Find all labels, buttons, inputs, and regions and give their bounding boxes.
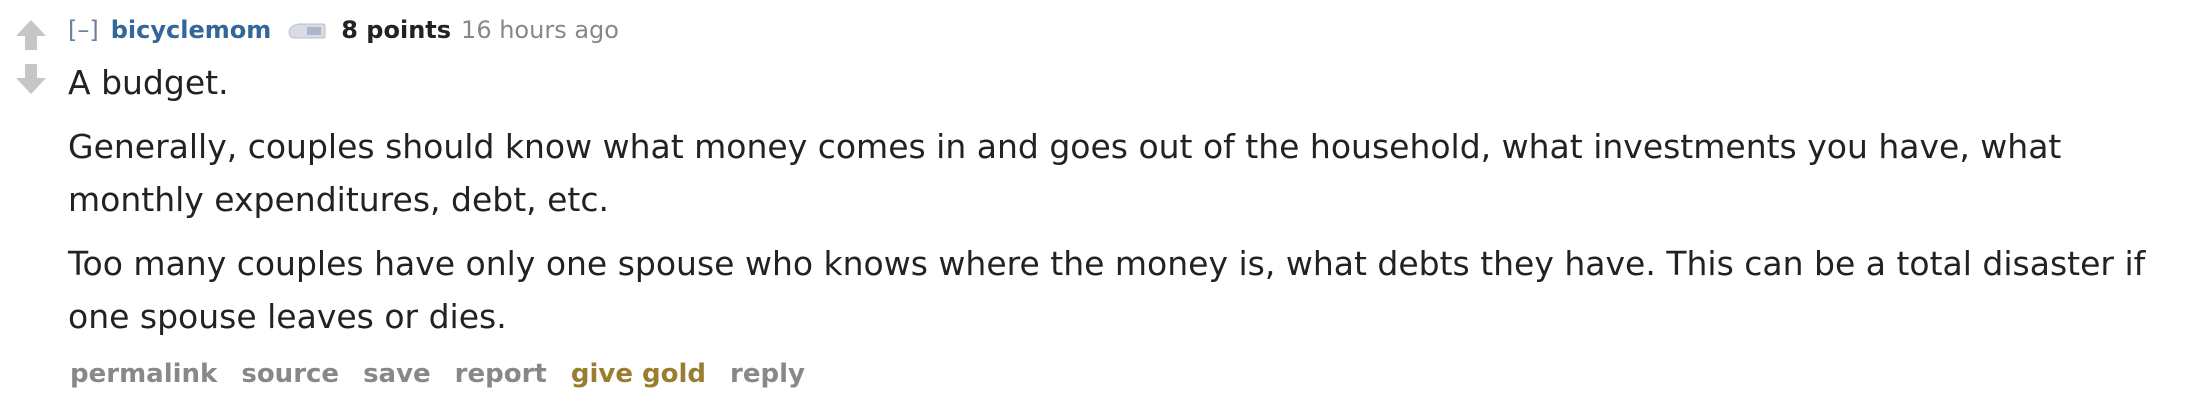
author-link[interactable]: bicyclemom (111, 16, 272, 44)
downvote-arrow-icon[interactable] (14, 62, 48, 96)
expand-toggle[interactable]: [–] (68, 16, 99, 44)
upvote-arrow-icon[interactable] (14, 18, 48, 52)
comment-body: A budget. Generally, couples should know… (68, 56, 2178, 354)
permalink-link[interactable]: permalink (70, 359, 217, 389)
reply-link[interactable]: reply (730, 359, 805, 389)
comment: [–] bicyclemom 8 points 16 hours ago A b… (0, 0, 2200, 412)
save-link[interactable]: save (363, 359, 431, 389)
comment-paragraph: A budget. (68, 63, 229, 102)
report-link[interactable]: report (455, 359, 547, 389)
comment-paragraph: Generally, couples should know what mone… (68, 127, 2062, 219)
give-gold-link[interactable]: give gold (571, 359, 706, 389)
source-link[interactable]: source (241, 359, 339, 389)
comment-score: 8 points (341, 16, 452, 44)
comment-timestamp: 16 hours ago (461, 16, 619, 44)
user-flair-icon (288, 23, 326, 39)
comment-action-buttons: permalink source save report give gold r… (70, 356, 829, 392)
vote-controls (14, 18, 48, 98)
comment-tagline: [–] bicyclemom 8 points 16 hours ago (68, 14, 619, 46)
comment-paragraph: Too many couples have only one spouse wh… (68, 244, 2146, 336)
